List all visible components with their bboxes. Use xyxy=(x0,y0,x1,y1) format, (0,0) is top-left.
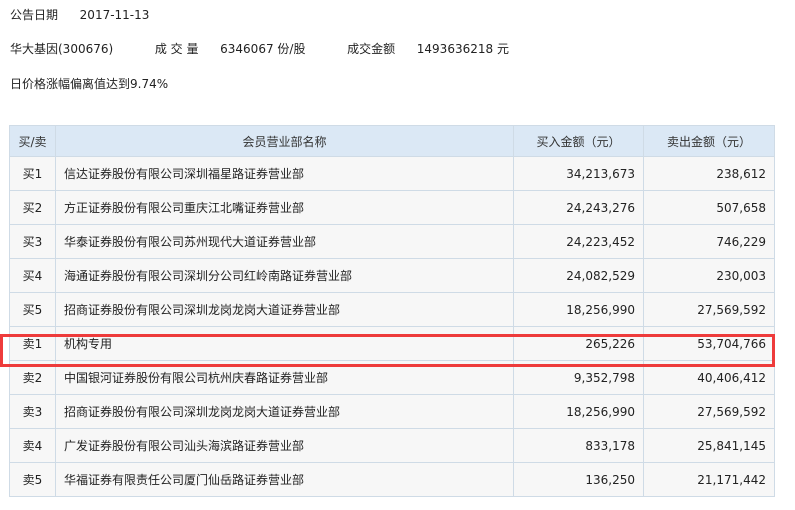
row-side: 卖4 xyxy=(9,428,56,463)
row-sell-amount: 53,704,766 xyxy=(643,326,775,361)
reason-line: 日价格涨幅偏离值达到9.74% xyxy=(10,75,168,92)
row-sell-amount: 230,003 xyxy=(643,258,775,293)
row-side: 卖1 xyxy=(9,326,56,361)
stock-name-code: 华大基因(300676) xyxy=(10,42,114,56)
table-row: 卖3 招商证券股份有限公司深圳龙岗龙岗大道证券营业部 18,256,990 27… xyxy=(9,394,775,429)
header-sell-amount: 卖出金额（元） xyxy=(643,125,775,157)
row-buy-amount: 9,352,798 xyxy=(513,360,644,395)
table-row: 卖2 中国银河证券股份有限公司杭州庆春路证券营业部 9,352,798 40,4… xyxy=(9,360,775,395)
row-buy-amount: 265,226 xyxy=(513,326,644,361)
row-sell-amount: 507,658 xyxy=(643,190,775,225)
row-buy-amount: 24,223,452 xyxy=(513,224,644,259)
row-sell-amount: 40,406,412 xyxy=(643,360,775,395)
row-sell-amount: 746,229 xyxy=(643,224,775,259)
announcement-date-line: 公告日期 2017-11-13 xyxy=(10,6,149,23)
row-side: 买4 xyxy=(9,258,56,293)
header-branch-name: 会员营业部名称 xyxy=(55,125,514,157)
row-branch-name: 广发证券股份有限公司汕头海滨路证券营业部 xyxy=(55,428,514,463)
row-buy-amount: 833,178 xyxy=(513,428,644,463)
row-side: 买3 xyxy=(9,224,56,259)
header-side: 买/卖 xyxy=(9,125,56,157)
row-sell-amount: 238,612 xyxy=(643,156,775,191)
row-buy-amount: 18,256,990 xyxy=(513,394,644,429)
row-branch-name: 机构专用 xyxy=(55,326,514,361)
row-branch-name: 招商证券股份有限公司深圳龙岗龙岗大道证券营业部 xyxy=(55,292,514,327)
amount-label: 成交金额 xyxy=(347,42,396,56)
stock-summary-line: 华大基因(300676) 成 交 量 6346067 份/股 成交金额 1493… xyxy=(10,40,509,57)
row-side: 买2 xyxy=(9,190,56,225)
row-buy-amount: 24,082,529 xyxy=(513,258,644,293)
announcement-date-label: 公告日期 xyxy=(10,8,59,22)
row-sell-amount: 25,841,145 xyxy=(643,428,775,463)
row-branch-name: 方正证券股份有限公司重庆江北嘴证券营业部 xyxy=(55,190,514,225)
table-row-highlighted: 卖1 机构专用 265,226 53,704,766 xyxy=(9,326,775,361)
row-side: 卖5 xyxy=(9,462,56,497)
row-buy-amount: 136,250 xyxy=(513,462,644,497)
trades-table: 买/卖 会员营业部名称 买入金额（元） 卖出金额（元） 买1 信达证券股份有限公… xyxy=(9,125,775,497)
table-row: 买3 华泰证券股份有限公司苏州现代大道证券营业部 24,223,452 746,… xyxy=(9,224,775,259)
announcement-date-value: 2017-11-13 xyxy=(79,8,150,22)
row-branch-name: 华泰证券股份有限公司苏州现代大道证券营业部 xyxy=(55,224,514,259)
row-branch-name: 中国银河证券股份有限公司杭州庆春路证券营业部 xyxy=(55,360,514,395)
row-branch-name: 信达证券股份有限公司深圳福星路证券营业部 xyxy=(55,156,514,191)
row-branch-name: 招商证券股份有限公司深圳龙岗龙岗大道证券营业部 xyxy=(55,394,514,429)
row-buy-amount: 34,213,673 xyxy=(513,156,644,191)
table-row: 买2 方正证券股份有限公司重庆江北嘴证券营业部 24,243,276 507,6… xyxy=(9,190,775,225)
row-branch-name: 华福证券有限责任公司厦门仙岳路证券营业部 xyxy=(55,462,514,497)
row-sell-amount: 27,569,592 xyxy=(643,394,775,429)
row-side: 卖2 xyxy=(9,360,56,395)
volume-value: 6346067 份/股 xyxy=(220,42,306,56)
table-row: 买4 海通证券股份有限公司深圳分公司红岭南路证券营业部 24,082,529 2… xyxy=(9,258,775,293)
row-branch-name: 海通证券股份有限公司深圳分公司红岭南路证券营业部 xyxy=(55,258,514,293)
row-sell-amount: 21,171,442 xyxy=(643,462,775,497)
table-row: 卖4 广发证券股份有限公司汕头海滨路证券营业部 833,178 25,841,1… xyxy=(9,428,775,463)
amount-value: 1493636218 元 xyxy=(416,42,509,56)
reason-text: 日价格涨幅偏离值达到9.74% xyxy=(10,77,169,91)
table-header-row: 买/卖 会员营业部名称 买入金额（元） 卖出金额（元） xyxy=(9,125,775,157)
row-side: 买5 xyxy=(9,292,56,327)
table-row: 卖5 华福证券有限责任公司厦门仙岳路证券营业部 136,250 21,171,4… xyxy=(9,462,775,497)
volume-label: 成 交 量 xyxy=(154,42,199,56)
row-sell-amount: 27,569,592 xyxy=(643,292,775,327)
header-buy-amount: 买入金额（元） xyxy=(513,125,644,157)
table-row: 买5 招商证券股份有限公司深圳龙岗龙岗大道证券营业部 18,256,990 27… xyxy=(9,292,775,327)
row-side: 卖3 xyxy=(9,394,56,429)
row-side: 买1 xyxy=(9,156,56,191)
table-row: 买1 信达证券股份有限公司深圳福星路证券营业部 34,213,673 238,6… xyxy=(9,156,775,191)
row-buy-amount: 24,243,276 xyxy=(513,190,644,225)
row-buy-amount: 18,256,990 xyxy=(513,292,644,327)
